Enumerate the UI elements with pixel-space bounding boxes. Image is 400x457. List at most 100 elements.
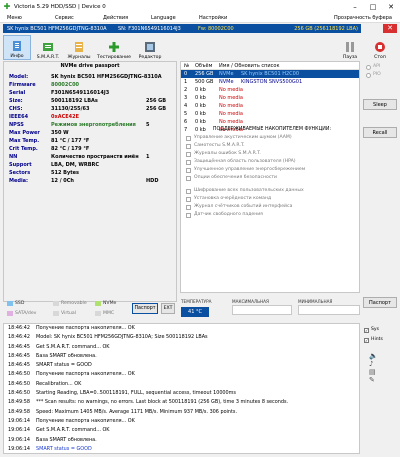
log-line: 18:46:45 База SMART обновлена.	[8, 352, 97, 359]
menu-item-settings[interactable]: Настройки	[192, 15, 240, 21]
sleep-button[interactable]: Sleep	[363, 99, 397, 110]
menu-item-menu[interactable]: Меню	[0, 15, 48, 21]
radio-api[interactable]: API	[363, 63, 397, 71]
legend-item: NVMe	[95, 301, 116, 306]
passport-button[interactable]: Паспорт	[132, 303, 158, 314]
drive-model: SK hynix BC501 HFM256GDJTNG-8310A	[7, 25, 107, 32]
window-title: Victoria 5.29 HDD/SSD | Device 0	[14, 3, 106, 10]
radio-pio[interactable]: PIO	[363, 71, 397, 79]
drive-firmware: Fw: 80002C00	[198, 25, 234, 32]
drive-list-row[interactable]: 40 kb No media	[181, 102, 359, 110]
legend-item: SATA/dev	[7, 311, 36, 316]
pause-icon	[344, 41, 356, 53]
window-close-button[interactable]: ✕	[382, 3, 400, 11]
info-icon	[11, 40, 23, 52]
tab-info[interactable]: Инфо	[3, 35, 31, 60]
drive-list-row[interactable]: 1 500 GB NVMe KINGSTON SNVS500G01	[181, 78, 359, 86]
drive-list-row[interactable]: 20 kb No media	[181, 86, 359, 94]
tab-editor[interactable]: Редактор	[135, 35, 165, 60]
log-line: 18:49:58 *** Scan results: no warnings, n…	[8, 399, 289, 406]
log-line: 18:46:50 Получение паспорта накопителя...…	[8, 371, 135, 378]
log-line: 19:06:14 Get S.M.A.R.T. command... OK	[8, 427, 110, 434]
log-line: 19:06:14 Получение паспорта накопителя...…	[8, 417, 135, 424]
test-icon	[108, 41, 120, 53]
right-panel: API PIO Sleep Recall Паспорт	[363, 61, 397, 311]
app-plus-icon: ✚	[3, 1, 11, 11]
tab-smart-label: S.M.A.R.T.	[36, 55, 60, 60]
drive-list-row[interactable]: 30 kb No media	[181, 94, 359, 102]
logs-icon	[73, 41, 85, 53]
drive-size: 256 GB (256118192 LBA)	[294, 25, 358, 32]
menu-item-service[interactable]: Сервис	[48, 15, 96, 21]
tab-smart[interactable]: S.M.A.R.T.	[34, 35, 62, 60]
col-name-refresh[interactable]: Имя / Обновить список	[219, 62, 359, 69]
tab-testing-label: Тестирование	[97, 55, 131, 60]
menu-item-buffer-transparency[interactable]: Прозрачность буфера	[327, 15, 400, 21]
pause-label: Пауза	[342, 55, 358, 60]
feature-checkbox[interactable]: Улучшенное управление энергосбережением	[186, 166, 358, 174]
menu-item-language[interactable]: Language	[144, 15, 192, 21]
tab-logs-label: Журналы	[67, 55, 91, 60]
log-line: 18:46:50 Starting Reading, LBA=0..5001181…	[8, 390, 236, 397]
feature-checkbox[interactable]: Защищённая область пользователя (HPA)	[186, 158, 358, 166]
drive-list-row[interactable]: 0 256 GB NVMe SK hynix BC501 H2C00	[181, 70, 359, 78]
stop-icon	[374, 41, 386, 53]
feature-checkbox[interactable]: Опции обеспечения безопасности	[186, 174, 358, 182]
log-line: 18:46:42 Model: SK hynix BC501 HFM256GDJT…	[8, 334, 208, 341]
drive-passport-panel: NVMe drive passport Model: SK hynix BC501…	[3, 61, 177, 302]
tab-logs[interactable]: Журналы	[65, 35, 93, 60]
minimize-button[interactable]: –	[346, 3, 364, 11]
feature-checkbox[interactable]: Журнал счётчиков событий интерфейса	[186, 203, 358, 211]
note-icon[interactable]: ♪	[369, 360, 378, 368]
drive-list-row[interactable]: 50 kb No media	[181, 110, 359, 118]
feature-checkbox[interactable]: Журналы ошибок S.M.A.R.T.	[186, 150, 358, 158]
title-bar: ✚ Victoria 5.29 HDD/SSD | Device 0 – □ ✕	[0, 0, 400, 13]
stop-label: Стоп	[374, 55, 386, 60]
temperature-label: ТЕМПЕРАТУРА	[181, 299, 212, 304]
feature-checkbox[interactable]: Самотесты S.M.A.R.T.	[186, 142, 358, 150]
tab-testing[interactable]: Тестирование	[96, 35, 132, 60]
clear-log-icon[interactable]: ✎	[369, 376, 378, 384]
log-line: 18:46:42 Получение паспорта накопителя...…	[8, 325, 135, 331]
min-temperature-meter: МИНИМАЛЬНАЯ	[298, 299, 360, 315]
speaker-icon[interactable]: 🔈	[369, 352, 378, 360]
maximize-button[interactable]: □	[364, 3, 382, 11]
passport-header: NVMe drive passport	[60, 63, 120, 69]
legend-item: SSD	[7, 301, 24, 306]
log-side-icons: 🔈 ♪ ▤ ✎	[369, 352, 378, 384]
col-number: №	[184, 63, 190, 69]
log-line: 19:06:14 База SMART обновлена.	[8, 436, 97, 443]
log-panel[interactable]: 18:46:42 Получение паспорта накопителя...…	[3, 323, 360, 454]
smart-icon	[42, 41, 54, 53]
legend-item: Virtual	[53, 311, 76, 316]
pause-button[interactable]: Пауза	[336, 35, 364, 60]
feature-checkbox[interactable]: Управление акустическим шумом (AAM)	[186, 134, 358, 142]
recall-button[interactable]: Recall	[363, 127, 397, 138]
close-drive-icon[interactable]: ✕	[383, 24, 397, 33]
ext-button[interactable]: EXT	[161, 303, 175, 314]
legend-item: MMC	[95, 311, 114, 316]
passport-side-button[interactable]: Паспорт	[363, 297, 397, 308]
feature-checkbox[interactable]: Шифрование всех пользовательских данных	[186, 187, 358, 195]
save-log-icon[interactable]: ▤	[369, 368, 378, 376]
col-size: Объём	[195, 63, 213, 69]
hints-checkbox[interactable]: ✓ Hints	[364, 336, 383, 344]
temperature-value: 41 °C	[181, 307, 209, 317]
stop-button[interactable]: Стоп	[366, 35, 394, 60]
feature-checkbox[interactable]: Установка очерёдности команд	[186, 195, 358, 203]
editor-icon	[144, 41, 156, 53]
menu-item-actions[interactable]: Действия	[96, 15, 144, 21]
drive-serial: SN: F301N6549116014J3	[118, 25, 181, 32]
drive-list-row[interactable]: 60 kb No media	[181, 118, 359, 126]
sys-checkbox[interactable]: ✓ Sys	[364, 326, 379, 334]
feature-checkbox[interactable]: Датчик свободного падения	[186, 211, 358, 219]
log-line: 18:49:58 Speed: Maximum 1405 MB/s. Averag…	[8, 408, 238, 415]
menu-bar: Меню Сервис Действия Language Настройки …	[0, 13, 400, 23]
log-line: 18:46:50 Recalibration... OK	[8, 380, 82, 387]
log-line: 18:46:45 Get S.M.A.R.T. command... OK	[8, 343, 110, 350]
max-temperature-meter: МАКСИМАЛЬНАЯ	[232, 299, 292, 315]
tab-info-label: Инфо	[10, 54, 24, 59]
log-line: 19:06:14 SMART status = GOOD	[8, 445, 92, 452]
drive-list-header: № Объём Имя / Обновить список	[181, 62, 359, 70]
supported-features: ПОДДЕРЖИВАЕМЫЕ НАКОПИТЕЛЕМ ФУНКЦИИ: Упра…	[186, 126, 358, 219]
